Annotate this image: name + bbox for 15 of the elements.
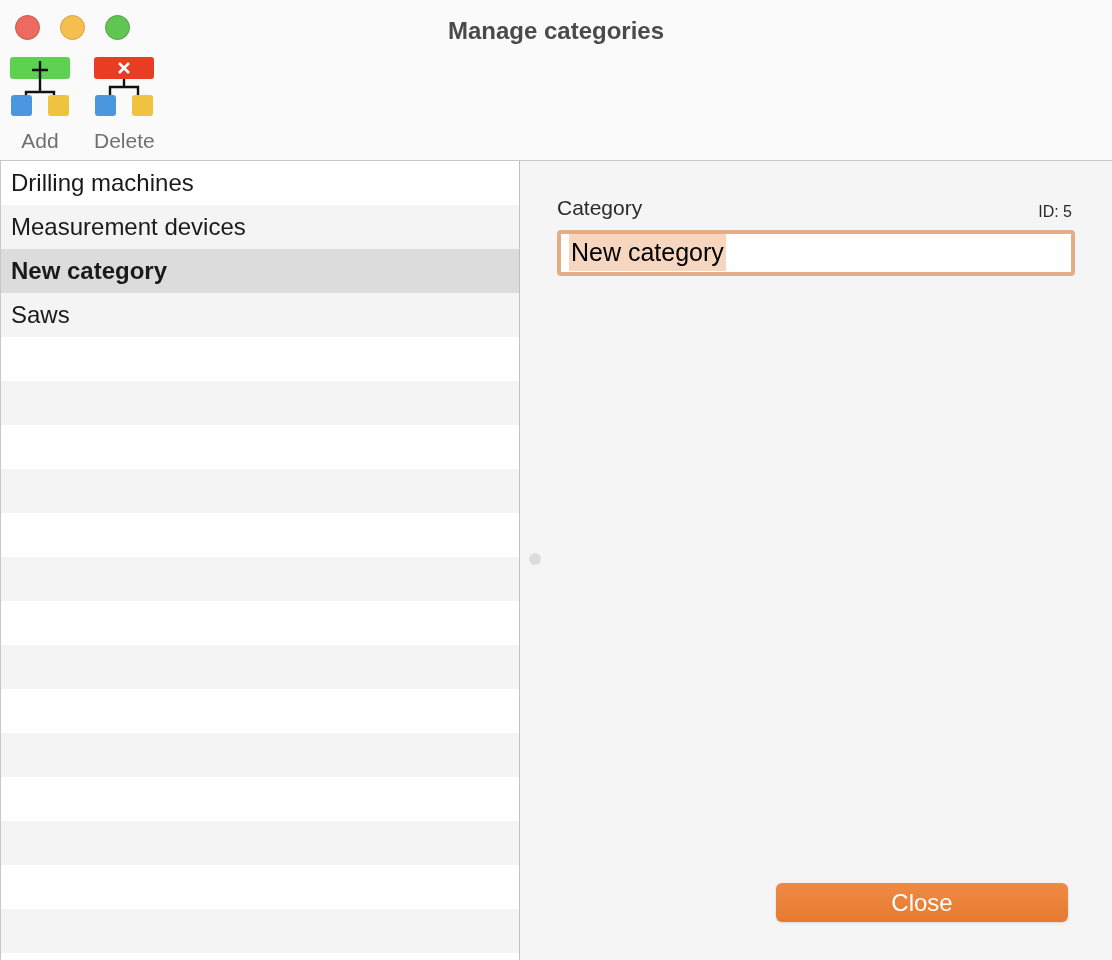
field-label: Category	[557, 195, 643, 221]
category-row[interactable]: Saws	[1, 293, 519, 337]
category-field[interactable]: New category	[557, 229, 1075, 276]
category-row[interactable]: New category	[1, 249, 519, 293]
add-category-icon	[10, 57, 70, 117]
close-window-button[interactable]	[15, 15, 40, 40]
delete-button[interactable]: Delete	[94, 57, 155, 157]
minimize-window-button[interactable]	[60, 15, 85, 40]
category-row[interactable]: Measurement devices	[1, 205, 519, 249]
id-label: ID: 5	[1038, 201, 1072, 222]
window-title: Manage categories	[447, 16, 665, 46]
add-button[interactable]: Add	[10, 57, 70, 157]
zoom-window-button[interactable]	[105, 15, 130, 40]
splitter-handle[interactable]	[529, 553, 541, 565]
delete-category-icon	[94, 57, 155, 117]
